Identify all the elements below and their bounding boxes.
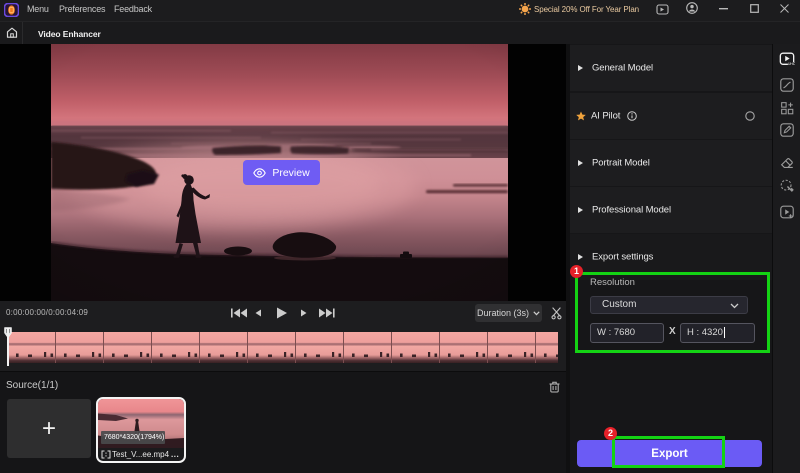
svg-text:UHD: UHD	[788, 62, 795, 66]
